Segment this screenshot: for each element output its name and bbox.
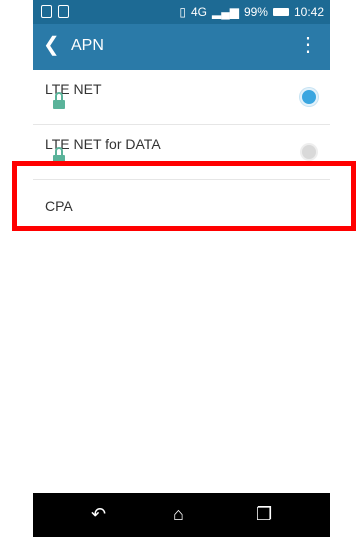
home-icon[interactable]: ⌂: [173, 504, 184, 524]
arrow-left-icon[interactable]: ❮: [43, 35, 60, 55]
more-vertical-icon[interactable]: ⋮: [298, 35, 318, 55]
apn-radio[interactable]: [300, 143, 318, 161]
battery-icon: [272, 8, 289, 16]
page-title: APN: [71, 37, 104, 54]
back-icon[interactable]: ↶: [91, 504, 106, 524]
signal-icon: ▂▄▆: [211, 5, 239, 19]
apn-name: LTE NET: [45, 81, 102, 97]
status-bar: ▯ 4G ▂▄▆ 99% 10:42: [33, 0, 330, 24]
vibrate-icon: ▯: [179, 5, 186, 19]
network-type: 4G: [190, 5, 207, 19]
image-notification-icon: [58, 5, 69, 18]
app-toolbar: ❮ APN ⋮: [33, 24, 330, 70]
highlight-box: [12, 161, 356, 231]
clock: 10:42: [293, 5, 324, 19]
recent-apps-icon[interactable]: ❐: [256, 504, 272, 524]
apn-radio-selected[interactable]: [300, 88, 318, 106]
battery-level: 99%: [243, 5, 268, 19]
navigation-bar: ↶ ⌂ ❐: [33, 493, 330, 537]
lock-icon: [53, 92, 65, 109]
contact-notification-icon: [41, 5, 52, 18]
apn-item-lte-net[interactable]: LTE NET: [33, 70, 330, 125]
